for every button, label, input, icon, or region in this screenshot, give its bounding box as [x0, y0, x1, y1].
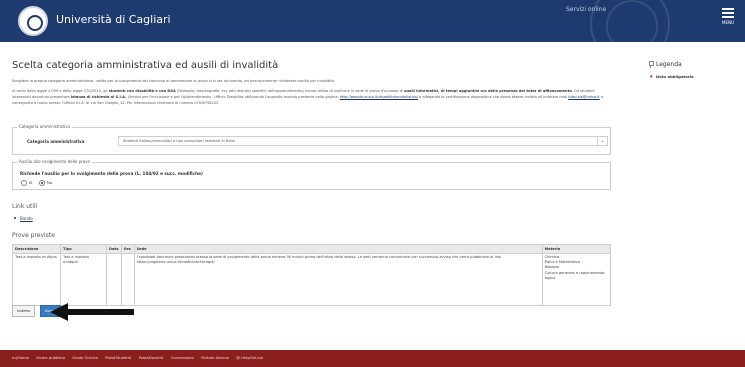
- aid-legend: Ausilio allo svolgimento delle prove: [17, 159, 92, 164]
- table-row: Test a risposta multipla Test a risposta…: [12, 253, 612, 306]
- university-logo[interactable]: [18, 6, 48, 36]
- bando-link[interactable]: Bando: [20, 216, 33, 221]
- col-materia: Materia: [541, 244, 612, 254]
- footer-link-posta-docenti[interactable]: PostaDocenti: [139, 355, 164, 360]
- legend-required-text: Dato obbligatorio: [656, 74, 694, 79]
- para-bold: ausili informatici, di tempi aggiuntivi …: [404, 89, 572, 93]
- legend-title: Legenda: [656, 61, 682, 68]
- materia-item: Cultura generale e ragionamento logico: [544, 270, 605, 280]
- page-title: Scelta categoria amministrativa ed ausil…: [12, 60, 279, 71]
- aid-radio-no[interactable]: [39, 180, 45, 186]
- arrow-left-icon: [50, 303, 134, 321]
- cell-descrizione: Test a risposta multipla: [12, 253, 61, 306]
- services-online-label: Servizi online: [566, 6, 607, 13]
- top-header: Università di Cagliari Servizi online ME…: [0, 0, 745, 42]
- modulistica-link[interactable]: http://people.unica.it/disabilita/moduli…: [340, 95, 418, 99]
- aid-radio-yes[interactable]: [21, 180, 27, 186]
- category-legend: Categoria amministrativa: [17, 124, 72, 129]
- disability-info-paragraph: Ai sensi della legge 17/99 e della legge…: [12, 88, 612, 106]
- hamburger-icon: [722, 8, 734, 10]
- menu-button[interactable]: MENU: [720, 8, 736, 30]
- cell-data: [106, 253, 122, 306]
- aid-fieldset: Ausilio allo svolgimento delle prove Ric…: [12, 159, 611, 190]
- tutor-email-link[interactable]: tutor.sia@unica.it: [568, 95, 600, 99]
- useful-links-heading: Link utili: [12, 203, 38, 210]
- university-name[interactable]: Università di Cagliari: [56, 13, 171, 26]
- intro-text: Scegliere la propria categoria amministr…: [12, 79, 335, 83]
- tests-table: Descrizione Tipo Data Ora Sede Materia T…: [12, 244, 612, 306]
- para-text: Ai sensi della legge 17/99 e della legge…: [12, 89, 108, 93]
- category-label: Categoria amministrativa: [27, 139, 85, 144]
- footer-link-convenzioni[interactable]: Convenzioni: [171, 355, 194, 360]
- col-tipo: Tipo: [60, 244, 107, 254]
- footer-link-home-pubblica[interactable]: Home pubblica: [36, 355, 65, 360]
- cell-tipo: Test a risposta multipla: [60, 253, 107, 306]
- hamburger-icon-bar: [722, 16, 734, 18]
- menu-label: MENU: [722, 20, 734, 25]
- footer-link-guida-online[interactable]: Guida OnLine: [72, 355, 98, 360]
- chevron-down-icon: ⌄: [597, 137, 607, 145]
- para-text: (Servizi per l'Inclusione e per l'Appren…: [127, 95, 339, 99]
- back-button[interactable]: Indietro: [12, 305, 36, 317]
- pin-icon: [648, 61, 654, 68]
- cell-materia: Chimica Fisica e Matematica Biologia Cul…: [541, 253, 612, 306]
- col-ora: Ora: [120, 244, 135, 254]
- hamburger-icon-bar: [722, 12, 734, 14]
- cell-sede: I candidati dovranno presentarsi presso …: [133, 253, 543, 306]
- tests-table-header: Descrizione Tipo Data Ora Sede Materia: [12, 244, 612, 254]
- aid-question: Richiede l'ausilio per lo svolgimento de…: [20, 171, 203, 176]
- para-bold: studenti con disabilità e con DSA: [108, 89, 176, 93]
- aid-radio-no-label[interactable]: No: [47, 180, 52, 185]
- col-sede: Sede: [133, 244, 543, 254]
- category-fieldset: Categoria amministrativa Categoria ammin…: [12, 124, 611, 155]
- cell-ora: [120, 253, 135, 306]
- para-bold: istanza di richiesta al S.I.A.: [70, 95, 127, 99]
- footer-link-help-online[interactable]: @ HelpOnLine: [236, 355, 263, 360]
- footer-link-myhome[interactable]: myHome: [12, 355, 29, 360]
- para-text: e allegando la certificazione diagnostic…: [419, 95, 568, 99]
- footer-bar: myHome Home pubblica Guida OnLine PostaS…: [0, 350, 745, 367]
- bullet-icon: [14, 217, 16, 219]
- category-selected-value: Studenti italiani/comunitari e non comun…: [123, 139, 235, 143]
- col-data: Data: [106, 244, 122, 254]
- tests-heading: Prove previste: [12, 232, 55, 239]
- category-select[interactable]: Studenti italiani/comunitari e non comun…: [118, 136, 608, 146]
- footer-link-posta-studenti[interactable]: PostaStudenti: [105, 355, 131, 360]
- para-text: (Dislessia, disortografia, ecc altri dis…: [176, 89, 403, 93]
- footer-links: myHome Home pubblica Guida OnLine PostaS…: [12, 355, 269, 360]
- aid-radio-yes-label[interactable]: Sì: [29, 180, 32, 185]
- col-descrizione: Descrizione: [12, 244, 61, 254]
- footer-link-portale-ateneo[interactable]: Portale Ateneo: [201, 355, 229, 360]
- required-star-icon: ★: [649, 74, 654, 80]
